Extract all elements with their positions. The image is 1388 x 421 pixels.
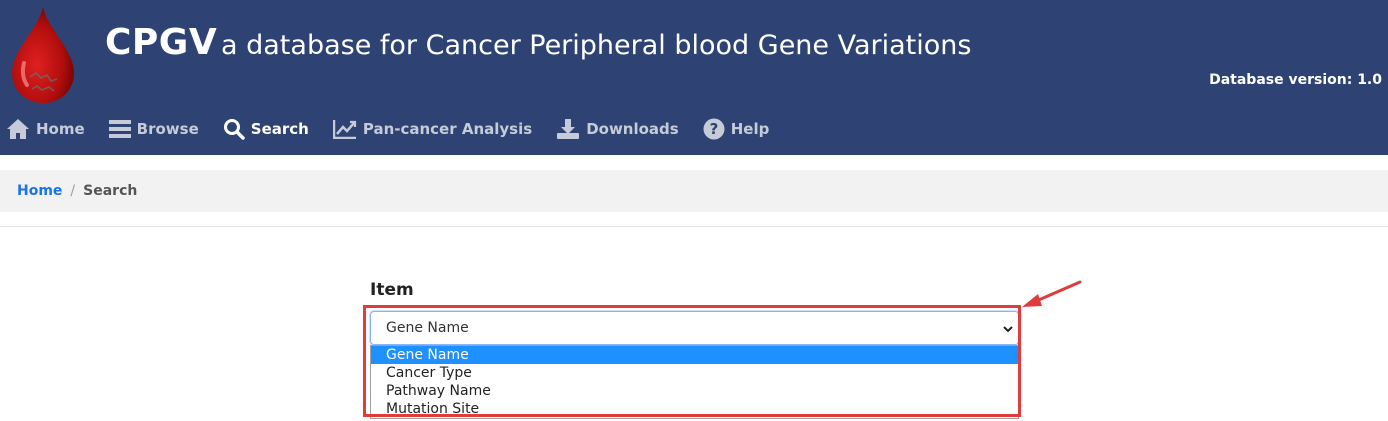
nav-pan-cancer-label: Pan-cancer Analysis (362, 120, 533, 138)
breadcrumb-separator: / (70, 183, 76, 199)
search-icon (223, 119, 245, 140)
nav-help[interactable]: ? Help (703, 118, 770, 140)
nav-help-label: Help (730, 120, 770, 138)
breadcrumb-current: Search (83, 183, 138, 199)
site-brand[interactable]: CPGV (105, 22, 217, 63)
section-divider (0, 226, 1388, 227)
nav-browse-label: Browse (136, 120, 199, 138)
download-icon (557, 119, 580, 139)
header-bar: CPGV a database for Cancer Peripheral bl… (0, 0, 1388, 155)
nav-downloads-label: Downloads (586, 120, 679, 138)
chevron-down-icon (1003, 326, 1013, 333)
bars-icon (108, 120, 131, 138)
option-gene-name[interactable]: Gene Name (371, 346, 1018, 364)
main-nav: Home Browse Search Pan-cancer Analysis D… (6, 116, 793, 142)
blood-drop-logo[interactable] (8, 5, 78, 105)
nav-home[interactable]: Home (6, 118, 85, 140)
nav-search[interactable]: Search (223, 118, 309, 140)
site-tagline: a database for Cancer Peripheral blood G… (221, 30, 972, 61)
chart-line-icon (332, 120, 356, 139)
nav-pan-cancer-analysis[interactable]: Pan-cancer Analysis (332, 119, 533, 139)
option-cancer-type[interactable]: Cancer Type (371, 364, 1018, 382)
item-select[interactable]: Gene Name (370, 311, 1019, 345)
annotation-arrow-icon (1022, 280, 1082, 307)
home-icon (7, 119, 29, 139)
database-version: Database version: 1.0 (1209, 72, 1382, 88)
breadcrumb-home-link[interactable]: Home (17, 183, 62, 199)
option-pathway-name[interactable]: Pathway Name (371, 382, 1018, 400)
item-select-value: Gene Name (386, 320, 469, 336)
option-mutation-site[interactable]: Mutation Site (371, 400, 1018, 418)
nav-home-label: Home (36, 120, 85, 138)
nav-search-label: Search (250, 120, 309, 138)
question-circle-icon: ? (703, 118, 725, 140)
item-field-label: Item (370, 280, 414, 300)
nav-browse[interactable]: Browse (108, 119, 199, 139)
breadcrumb: Home / Search (0, 170, 1388, 212)
item-options-list: Gene Name Cancer Type Pathway Name Mutat… (370, 345, 1019, 419)
svg-text:?: ? (709, 120, 718, 138)
nav-downloads[interactable]: Downloads (556, 118, 679, 140)
